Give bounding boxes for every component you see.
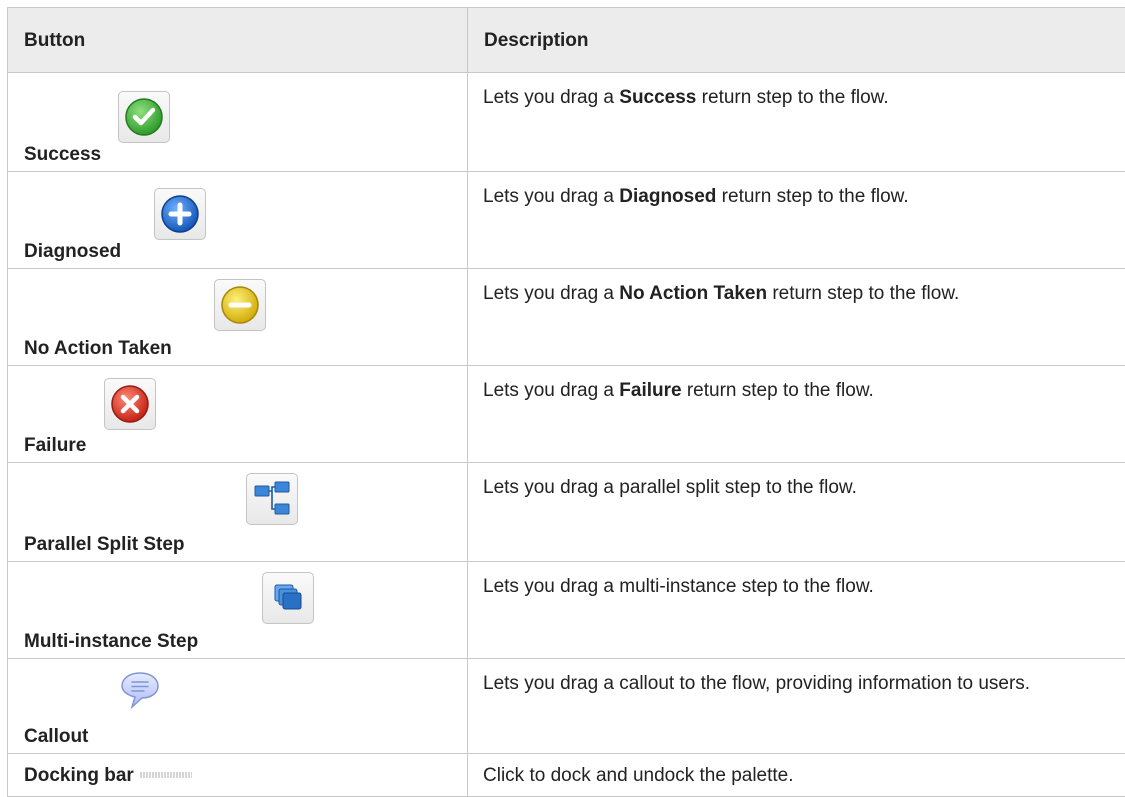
desc-text: Lets you drag a <box>483 283 619 304</box>
description-cell: Lets you drag a parallel split step to t… <box>468 463 1125 562</box>
button-label: Callout <box>24 724 88 749</box>
header-description: Description <box>468 8 1125 73</box>
button-label: Multi-instance Step <box>24 629 198 654</box>
description-cell: Lets you drag a Success return step to t… <box>468 73 1125 172</box>
description-cell: Lets you drag a No Action Taken return s… <box>468 269 1125 366</box>
success-check-icon[interactable] <box>118 91 170 143</box>
failure-x-icon[interactable] <box>104 378 156 430</box>
desc-bold: Failure <box>619 380 681 401</box>
desc-text: return step to the flow. <box>716 186 908 207</box>
description-cell: Lets you drag a Failure return step to t… <box>468 366 1125 463</box>
button-label: Parallel Split Step <box>24 532 185 557</box>
description-cell: Lets you drag a multi-instance step to t… <box>468 562 1125 659</box>
button-label: Diagnosed <box>24 239 121 264</box>
button-label: Failure <box>24 433 86 458</box>
description-cell: Lets you drag a callout to the flow, pro… <box>468 659 1125 754</box>
table-row: Failure Lets you drag a Failure return s… <box>8 366 1125 463</box>
description-cell: Lets you drag a Diagnosed return step to… <box>468 172 1125 269</box>
no-action-minus-icon[interactable] <box>214 279 266 331</box>
table-row: Success Lets you drag a Success return s… <box>8 73 1125 172</box>
button-cell: No Action Taken <box>8 269 468 366</box>
button-cell: Docking bar <box>8 754 468 797</box>
button-cell: Failure <box>8 366 468 463</box>
diagnosed-plus-icon[interactable] <box>154 188 206 240</box>
button-label: No Action Taken <box>24 336 172 361</box>
table-row: Docking bar Click to dock and undock the… <box>8 754 1125 797</box>
parallel-split-icon[interactable] <box>246 473 298 525</box>
desc-text: return step to the flow. <box>767 283 959 304</box>
palette-buttons-table: Button Description Success Lets you drag… <box>7 7 1125 797</box>
table-row: No Action Taken Lets you drag a No Actio… <box>8 269 1125 366</box>
description-cell: Click to dock and undock the palette. <box>468 754 1125 797</box>
button-cell: Multi-instance Step <box>8 562 468 659</box>
desc-bold: Success <box>619 87 696 108</box>
desc-bold: Diagnosed <box>619 186 716 207</box>
table-row: Diagnosed Lets you drag a Diagnosed retu… <box>8 172 1125 269</box>
docking-bar-icon[interactable] <box>140 772 192 778</box>
callout-bubble-icon[interactable] <box>118 669 162 720</box>
desc-text: return step to the flow. <box>682 380 874 401</box>
table-row: Callout Lets you drag a callout to the f… <box>8 659 1125 754</box>
desc-text: Lets you drag a <box>483 380 619 401</box>
button-cell: Diagnosed <box>8 172 468 269</box>
multi-instance-icon[interactable] <box>262 572 314 624</box>
desc-text: return step to the flow. <box>696 87 888 108</box>
desc-text: Lets you drag a <box>483 87 619 108</box>
button-cell: Success <box>8 73 468 172</box>
header-row: Button Description <box>8 8 1125 73</box>
button-cell: Parallel Split Step <box>8 463 468 562</box>
header-button: Button <box>8 8 468 73</box>
desc-text: Lets you drag a <box>483 186 619 207</box>
desc-bold: No Action Taken <box>619 283 767 304</box>
button-label: Success <box>24 142 101 167</box>
table-row: Parallel Split Step Lets you drag a para… <box>8 463 1125 562</box>
button-label: Docking bar <box>24 763 134 788</box>
button-cell: Callout <box>8 659 468 754</box>
table-row: Multi-instance Step Lets you drag a mult… <box>8 562 1125 659</box>
